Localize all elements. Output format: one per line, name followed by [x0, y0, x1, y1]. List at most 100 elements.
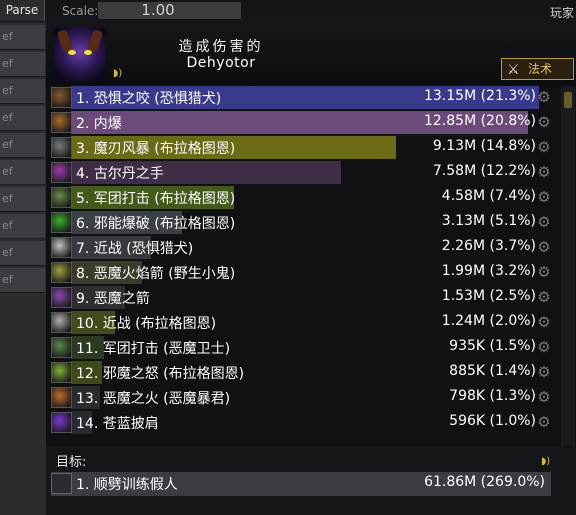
left-list-row[interactable]: ef	[0, 214, 45, 239]
ability-name: 6. 邪能爆破 (布拉格图恩)	[76, 216, 236, 232]
ability-name: 3. 魔刃风暴 (布拉格图恩)	[76, 141, 236, 157]
ability-row[interactable]: 9. 恶魔之箭 1.53M (2.5%) ⚙	[51, 286, 551, 310]
left-list-row[interactable]: ef	[0, 133, 45, 158]
ability-row[interactable]: 13. 恶魔之火 (恶魔暴君) 798K (1.3%) ⚙	[51, 386, 551, 410]
target-speaker-icon[interactable]: ◗)	[541, 456, 550, 467]
ability-damage-value: 12.85M (20.8%)	[423, 113, 536, 129]
target-dummy-icon	[51, 473, 72, 494]
ability-damage-value: 9.13M (14.8%)	[432, 138, 536, 154]
player-name: Dehyotor	[186, 55, 256, 71]
gear-icon[interactable]: ⚙	[535, 113, 553, 131]
damage-panel: ◗) 造成伤害的 Dehyotor ⚔ 法术 1. 恐惧之咬 (恐惧猎犬) 13.…	[46, 22, 576, 515]
ability-icon	[51, 287, 72, 308]
ability-name: 13. 恶魔之火 (恶魔暴君)	[76, 391, 231, 407]
target-heading: 目标:	[56, 455, 87, 470]
ability-row[interactable]: 14. 苍蓝披肩 596K (1.0%) ⚙	[51, 411, 551, 435]
left-list-row[interactable]: ef	[0, 187, 45, 212]
left-list-row[interactable]: ef	[0, 52, 45, 77]
target-row-label: 1. 顺劈训练假人	[76, 477, 178, 493]
ability-damage-value: 935K (1.5%)	[449, 338, 536, 354]
ability-row[interactable]: 2. 内爆 12.85M (20.8%) ⚙	[51, 111, 551, 135]
ability-damage-value: 885K (1.4%)	[449, 363, 536, 379]
ability-damage-value: 3.13M (5.1%)	[441, 213, 536, 229]
ability-damage-value: 2.26M (3.7%)	[441, 238, 536, 254]
ability-list: 1. 恐惧之咬 (恐惧猎犬) 13.15M (21.3%) ⚙ 2. 内爆 12.85M…	[51, 86, 551, 436]
left-list-row[interactable]: ef	[0, 160, 45, 185]
left-list-row[interactable]: ef	[0, 268, 45, 293]
gear-icon[interactable]: ⚙	[535, 288, 553, 306]
top-toolbar: Parse Scale: 1.00 玩家	[0, 0, 576, 22]
crossed-swords-icon: ⚔	[507, 62, 520, 78]
ability-row[interactable]: 5. 军团打击 (布拉格图恩) 4.58M (7.4%) ⚙	[51, 186, 551, 210]
spell-mode-label: 法术	[528, 62, 553, 76]
ability-icon	[51, 387, 72, 408]
gear-icon[interactable]: ⚙	[535, 238, 553, 256]
ability-row[interactable]: 1. 恐惧之咬 (恐惧猎犬) 13.15M (21.3%) ⚙	[51, 86, 551, 110]
gear-icon[interactable]: ⚙	[535, 338, 553, 356]
left-list-row[interactable]: ef	[0, 79, 45, 104]
gear-icon[interactable]: ⚙	[535, 213, 553, 231]
ability-icon	[51, 187, 72, 208]
ability-icon	[51, 362, 72, 383]
gear-icon[interactable]: ⚙	[535, 313, 553, 331]
ability-name: 10. 近战 (布拉格图恩)	[76, 316, 217, 332]
ability-row[interactable]: 11. 军团打击 (恶魔卫士) 935K (1.5%) ⚙	[51, 336, 551, 360]
panel-caption: 造成伤害的	[178, 39, 264, 55]
ability-damage-value: 7.58M (12.2%)	[432, 163, 536, 179]
gear-icon[interactable]: ⚙	[535, 363, 553, 381]
ability-row[interactable]: 3. 魔刃风暴 (布拉格图恩) 9.13M (14.8%) ⚙	[51, 136, 551, 160]
left-list-row[interactable]: ef	[0, 241, 45, 266]
ability-damage-value: 13.15M (21.3%)	[423, 88, 536, 104]
scale-label: Scale:	[62, 4, 99, 18]
left-list-row[interactable]: ef	[0, 106, 45, 131]
ability-name: 9. 恶魔之箭	[76, 291, 150, 307]
target-row[interactable]: 1. 顺劈训练假人 61.86M (269.0%)	[51, 472, 551, 496]
gear-icon[interactable]: ⚙	[535, 263, 553, 281]
parse-tab[interactable]: Parse	[0, 0, 45, 21]
ability-icon	[51, 212, 72, 233]
panel-header: ◗) 造成伤害的 Dehyotor ⚔ 法术	[46, 22, 576, 85]
scale-value: 1.00	[141, 1, 175, 19]
gear-icon[interactable]: ⚙	[535, 188, 553, 206]
ability-name: 7. 近战 (恐惧猎犬)	[76, 241, 194, 257]
ability-name: 14. 苍蓝披肩	[76, 416, 159, 432]
scroll-thumb[interactable]	[564, 92, 572, 108]
ability-row[interactable]: 6. 邪能爆破 (布拉格图恩) 3.13M (5.1%) ⚙	[51, 211, 551, 235]
scrollbar[interactable]: ▼	[561, 86, 575, 462]
ability-name: 4. 古尔丹之手	[76, 166, 164, 182]
ability-row[interactable]: 10. 近战 (布拉格图恩) 1.24M (2.0%) ⚙	[51, 311, 551, 335]
ability-damage-value: 596K (1.0%)	[449, 413, 536, 429]
ability-damage-value: 1.24M (2.0%)	[441, 313, 536, 329]
ability-damage-value: 798K (1.3%)	[449, 388, 536, 404]
ability-icon	[51, 412, 72, 433]
gear-icon[interactable]: ⚙	[535, 163, 553, 181]
ability-icon	[51, 112, 72, 133]
target-row-value: 61.86M (269.0%)	[424, 474, 545, 490]
ability-row[interactable]: 7. 近战 (恐惧猎犬) 2.26M (3.7%) ⚙	[51, 236, 551, 260]
player-portrait	[54, 28, 106, 82]
ability-name: 12. 邪魔之怒 (布拉格图恩)	[76, 366, 245, 382]
gear-icon[interactable]: ⚙	[535, 413, 553, 431]
ability-icon	[51, 262, 72, 283]
gear-icon[interactable]: ⚙	[535, 138, 553, 156]
ability-row[interactable]: 4. 古尔丹之手 7.58M (12.2%) ⚙	[51, 161, 551, 185]
ability-icon	[51, 137, 72, 158]
ability-icon	[51, 162, 72, 183]
spell-mode-button[interactable]: ⚔ 法术	[501, 58, 574, 80]
ability-icon	[51, 337, 72, 358]
left-list-row[interactable]: ef	[0, 25, 45, 50]
ability-row[interactable]: 8. 恶魔火焰箭 (野生小鬼) 1.99M (3.2%) ⚙	[51, 261, 551, 285]
gear-icon[interactable]: ⚙	[535, 88, 553, 106]
speaker-icon[interactable]: ◗)	[113, 68, 122, 79]
gear-icon[interactable]: ⚙	[535, 388, 553, 406]
player-tab[interactable]: 玩家	[550, 4, 574, 21]
ability-name: 5. 军团打击 (布拉格图恩)	[76, 191, 236, 207]
ability-row[interactable]: 12. 邪魔之怒 (布拉格图恩) 885K (1.4%) ⚙	[51, 361, 551, 385]
ability-damage-value: 4.58M (7.4%)	[441, 188, 536, 204]
left-column: ef ef ef ef ef ef ef ef ef ef	[0, 22, 46, 515]
target-section: 目标: ◗) 1. 顺劈训练假人 61.86M (269.0%)	[46, 446, 576, 515]
ability-icon	[51, 87, 72, 108]
ability-damage-value: 1.99M (3.2%)	[441, 263, 536, 279]
ability-name: 1. 恐惧之咬 (恐惧猎犬)	[76, 91, 222, 107]
ability-icon	[51, 312, 72, 333]
